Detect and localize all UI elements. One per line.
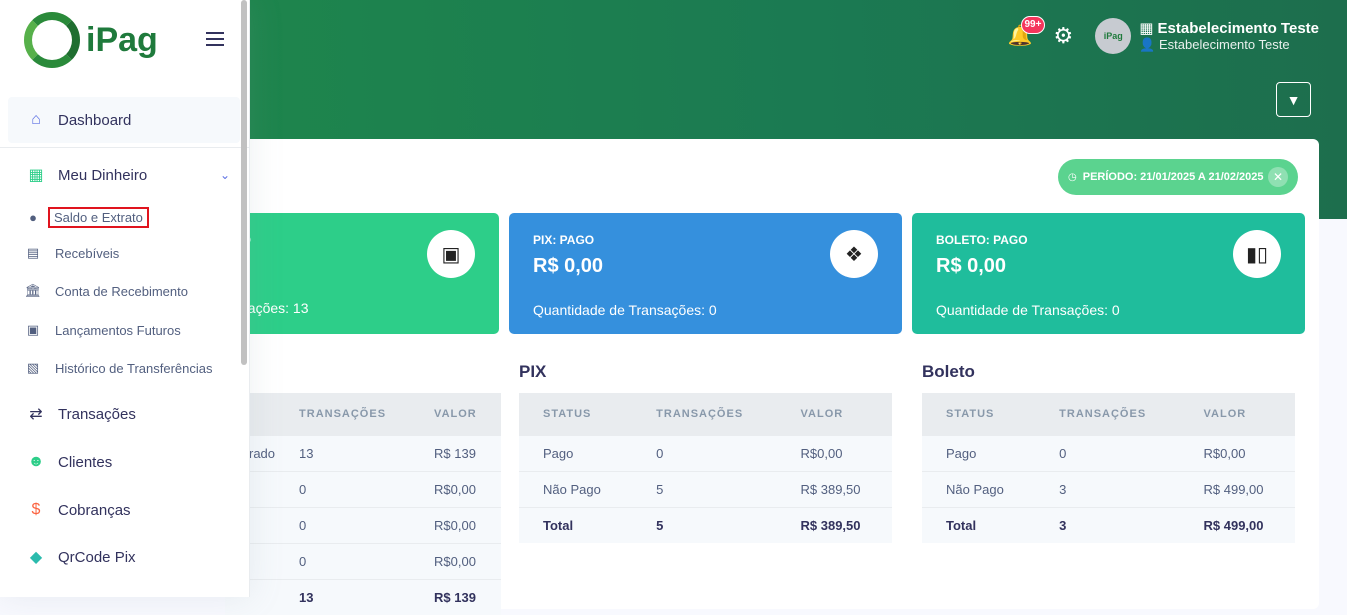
pix-table: STATUS TRANSAÇÕES VALOR Pago 0 R$0,00 Não … [519, 393, 892, 543]
notification-badge: 99+ [1020, 16, 1046, 34]
sidebar-item-meu-dinheiro[interactable]: ▦ Meu Dinheiro ⌄ [8, 163, 240, 187]
sidebar-item-label: Meu Dinheiro [58, 166, 148, 184]
sidebar-item-label: Conta de Recebimento [55, 283, 188, 299]
sidebar-item-dashboard[interactable]: ⌂ Dashboard [8, 97, 240, 143]
sidebar-item-recebiveis[interactable]: ▤ Recebíveis [24, 245, 119, 261]
table-row: Pago 0 R$0,00 [922, 434, 1295, 471]
sidebar-item-clientes[interactable]: ☻ Clientes [8, 450, 240, 474]
money-icon: ▦ [28, 167, 44, 184]
clear-period-button[interactable]: ✕ [1268, 167, 1288, 187]
pix-icon: ❖ [830, 230, 878, 278]
gear-icon[interactable]: ⚙ [1053, 24, 1073, 48]
sidebar-item-cobrancas[interactable]: $ Cobranças [8, 498, 240, 522]
logo-text: iPag [86, 20, 158, 59]
sidebar-item-qrcode-pix[interactable]: ◆ QrCode Pix [8, 545, 240, 569]
sidebar-item-label: QrCode Pix [58, 548, 136, 566]
card-quantity: Quantidade de Transações: 0 [936, 302, 1120, 318]
table-row: Não Pago 3 R$ 499,00 [922, 470, 1295, 507]
credit-table: TRANSAÇÕES VALOR rado 13 R$ 139 0 R$0,00 0R… [225, 393, 501, 615]
sidebar-item-label: Saldo e Extrato [48, 206, 149, 228]
boleto-table: STATUS TRANSAÇÕES VALOR Pago 0 R$0,00 Não … [922, 393, 1295, 543]
card-value: R$ 0,00 [533, 255, 604, 277]
users-icon: ☻ [27, 453, 45, 470]
filter-button[interactable]: ▼ [1276, 82, 1311, 117]
home-icon: ⌂ [31, 111, 41, 128]
table-row: 0 R$0,00 [225, 542, 501, 579]
logo[interactable]: iPag [24, 12, 158, 68]
logo-icon [24, 12, 80, 68]
sidebar-item-conta-recebimento[interactable]: 🏛 Conta de Recebimento [24, 283, 188, 299]
sidebar-item-label: Dashboard [58, 111, 132, 129]
table-row: Total 3 R$ 499,00 [922, 506, 1295, 543]
col-transacoes: TRANSAÇÕES [1035, 393, 1180, 435]
col-valor: VALOR [1179, 393, 1295, 435]
col-status: STATUS [922, 393, 1036, 435]
card-credit: DO nsações: 13 ▣ [225, 213, 499, 334]
sidebar: iPag ⌂ Dashboard ▦ Meu Dinheiro ⌄ ● Sald… [0, 0, 250, 597]
user-establishment: Estabelecimento Teste [1157, 20, 1319, 37]
piggy-bank-icon: ● [29, 209, 37, 225]
col-transacoes: TRANSAÇÕES [632, 393, 777, 435]
barcode-icon: ▮▯ [1233, 230, 1281, 278]
col-valor: VALOR [410, 393, 501, 435]
table-row: 0 R$0,00 [225, 470, 501, 507]
card-title: BOLETO: PAGO [936, 233, 1028, 247]
building-icon: ▦ [1139, 20, 1158, 37]
money-transfer-icon: ▧ [26, 360, 40, 375]
sidebar-item-saldo-extrato[interactable]: ● Saldo e Extrato [24, 206, 149, 228]
table-row: 0 R$0,00 [225, 506, 501, 543]
sidebar-item-transacoes[interactable]: ⇄ Transações [8, 402, 240, 426]
col-status: STATUS [519, 393, 633, 435]
topbar: 🔔 99+ ⚙ iPag ▦ Estabelecimento Teste 👤 E… [1007, 16, 1319, 54]
credit-card-icon: ▣ [427, 230, 475, 278]
col-transacoes: TRANSAÇÕES [275, 393, 411, 435]
card-quantity: nsações: 13 [233, 300, 309, 316]
period-badge: ◷ PERÍODO: 21/01/2025 A 21/02/2025 ✕ [1058, 159, 1298, 195]
hamburger-menu-icon[interactable] [206, 32, 224, 50]
table-row: Total 5 R$ 389,50 [519, 506, 892, 543]
shuffle-icon: ⇄ [29, 406, 43, 423]
user-icon: 👤 [1139, 37, 1160, 52]
table-row: Pago 0 R$0,00 [519, 434, 892, 471]
user-name: Estabelecimento Teste [1159, 37, 1290, 52]
card-title: PIX: PAGO [533, 233, 595, 247]
card-boleto: BOLETO: PAGO R$ 0,00 Quantidade de Trans… [912, 213, 1305, 334]
chevron-down-icon: ⌄ [219, 168, 230, 182]
sidebar-scrollbar[interactable] [241, 0, 247, 365]
pix-icon: ◆ [29, 549, 43, 566]
notification-bell[interactable]: 🔔 99+ [1007, 16, 1046, 48]
receipt-icon: ▤ [26, 245, 40, 260]
sidebar-item-label: Recebíveis [55, 245, 120, 261]
bank-icon: 🏛 [24, 283, 42, 298]
avatar: iPag [1095, 18, 1132, 54]
table-row: Não Pago 5 R$ 389,50 [519, 470, 892, 507]
user-menu[interactable]: iPag ▦ Estabelecimento Teste 👤 Estabelec… [1095, 18, 1319, 54]
card-value: R$ 0,00 [936, 255, 1007, 277]
filter-icon: ▼ [1286, 91, 1301, 108]
table-row: 13 R$ 139 [225, 578, 501, 615]
calendar-plus-icon: ▣ [26, 322, 40, 337]
table-row: rado 13 R$ 139 [225, 434, 501, 471]
hand-money-icon: $ [31, 501, 41, 518]
period-text: PERÍODO: 21/01/2025 A 21/02/2025 [1082, 171, 1264, 183]
sidebar-item-label: Clientes [58, 453, 113, 471]
sidebar-item-label: Transações [58, 405, 136, 423]
sidebar-item-lancamentos-futuros[interactable]: ▣ Lançamentos Futuros [24, 322, 181, 338]
pix-section-title: PIX [519, 362, 547, 381]
boleto-section-title: Boleto [922, 362, 975, 381]
sidebar-item-label: Cobranças [58, 501, 131, 519]
card-quantity: Quantidade de Transações: 0 [533, 302, 717, 318]
divider [0, 147, 249, 148]
sidebar-item-historico-transferencias[interactable]: ▧ Histórico de Transferências [24, 360, 213, 376]
clock-icon: ◷ [1068, 171, 1077, 183]
card-pix: PIX: PAGO R$ 0,00 Quantidade de Transaçõ… [509, 213, 902, 334]
col-valor: VALOR [776, 393, 892, 435]
sidebar-item-label: Lançamentos Futuros [55, 322, 181, 338]
sidebar-item-label: Histórico de Transferências [55, 360, 213, 376]
